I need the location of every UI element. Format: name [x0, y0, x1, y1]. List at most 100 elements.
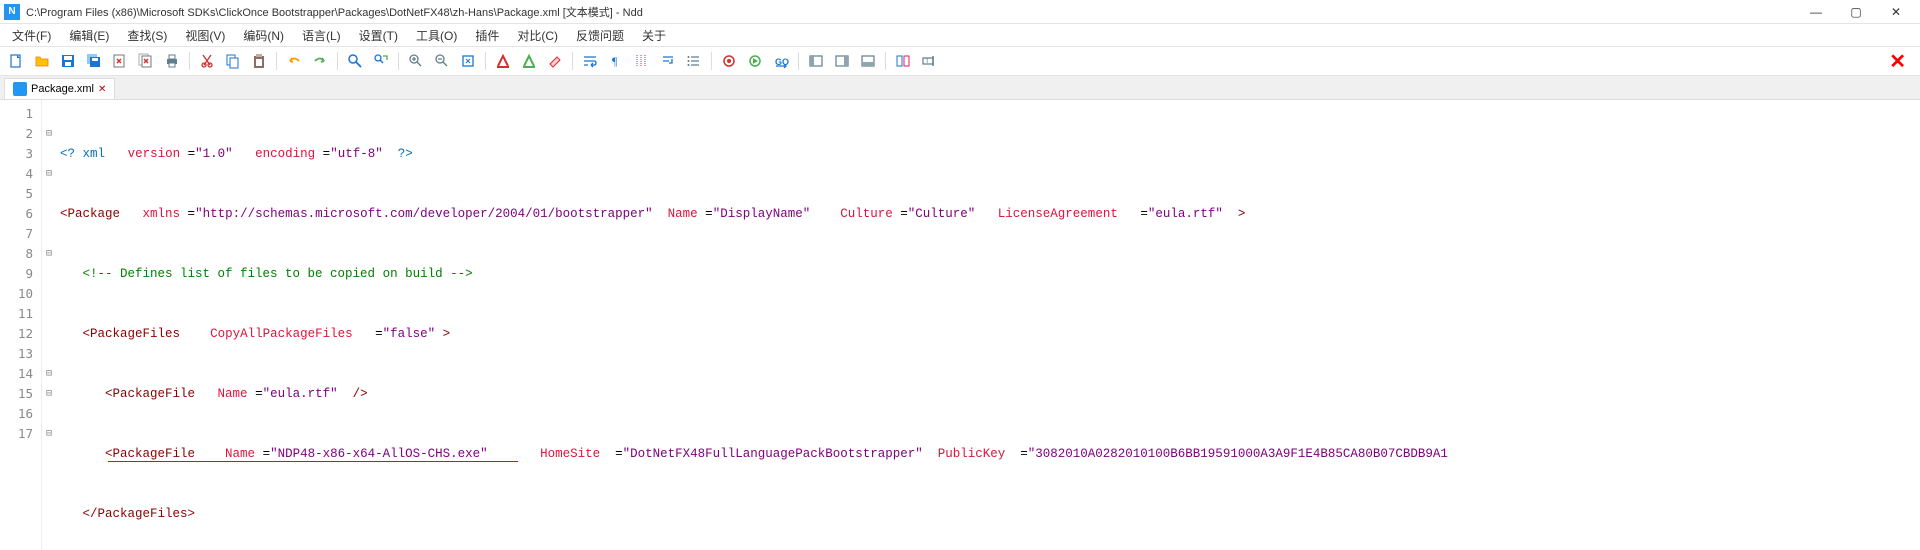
editor[interactable]: 1 2 3 4 5 6 7 8 9 10 11 12 13 14 15 16 1…: [0, 100, 1920, 550]
minimize-button[interactable]: —: [1796, 0, 1836, 24]
fold-marker[interactable]: [42, 144, 56, 164]
fold-marker[interactable]: ⊟: [42, 424, 56, 444]
line-number: 7: [0, 224, 41, 244]
title-bar: N C:\Program Files (x86)\Microsoft SDKs\…: [0, 0, 1920, 24]
fold-marker[interactable]: ⊟: [42, 124, 56, 144]
wrap-symbol-icon[interactable]: [656, 49, 680, 73]
goto-icon[interactable]: GO: [769, 49, 793, 73]
zoom-out-icon[interactable]: [430, 49, 454, 73]
menu-edit[interactable]: 编辑(E): [61, 25, 117, 46]
menu-feedback[interactable]: 反馈问题: [568, 25, 632, 46]
separator: [885, 52, 886, 70]
cut-icon[interactable]: [195, 49, 219, 73]
separator: [337, 52, 338, 70]
separator: [276, 52, 277, 70]
code-line: <PackageFile Name ="eula.rtf" />: [60, 384, 1916, 404]
line-number: 12: [0, 324, 41, 344]
panel-right-icon[interactable]: [830, 49, 854, 73]
paste-icon[interactable]: [247, 49, 271, 73]
save-icon[interactable]: [56, 49, 80, 73]
separator: [572, 52, 573, 70]
new-file-icon[interactable]: [4, 49, 28, 73]
highlight-green-icon[interactable]: [517, 49, 541, 73]
fold-marker[interactable]: ⊟: [42, 164, 56, 184]
close-button[interactable]: ✕: [1876, 0, 1916, 24]
menu-compare[interactable]: 对比(C): [509, 25, 566, 46]
menu-find[interactable]: 查找(S): [119, 25, 175, 46]
list-icon[interactable]: [682, 49, 706, 73]
close-file-icon[interactable]: [108, 49, 132, 73]
save-all-icon[interactable]: [82, 49, 106, 73]
play-macro-icon[interactable]: [743, 49, 767, 73]
code-line: </PackageFiles>: [60, 504, 1916, 524]
open-folder-icon[interactable]: [30, 49, 54, 73]
panel-left-icon[interactable]: [804, 49, 828, 73]
zoom-in-icon[interactable]: [404, 49, 428, 73]
line-number-gutter: 1 2 3 4 5 6 7 8 9 10 11 12 13 14 15 16 1…: [0, 100, 42, 550]
zoom-reset-icon[interactable]: [456, 49, 480, 73]
highlight-red-icon[interactable]: [491, 49, 515, 73]
menu-encoding[interactable]: 编码(N): [235, 25, 292, 46]
fold-marker[interactable]: ⊟: [42, 364, 56, 384]
file-tab[interactable]: Package.xml ✕: [4, 78, 115, 99]
menu-tools[interactable]: 工具(O): [408, 25, 465, 46]
close-all-icon[interactable]: [134, 49, 158, 73]
rename-icon[interactable]: T: [917, 49, 941, 73]
compare-icon[interactable]: [891, 49, 915, 73]
fold-marker[interactable]: [42, 324, 56, 344]
menu-view[interactable]: 视图(V): [177, 25, 233, 46]
fold-marker[interactable]: [42, 224, 56, 244]
separator: [711, 52, 712, 70]
code-line: <PackageFile Name ="NDP48-x86-x64-AllOS-…: [60, 444, 1916, 464]
menu-about[interactable]: 关于: [634, 25, 674, 46]
replace-icon[interactable]: [369, 49, 393, 73]
menu-plugins[interactable]: 插件: [467, 25, 507, 46]
red-underline-annotation: [108, 461, 518, 463]
print-icon[interactable]: [160, 49, 184, 73]
line-number: 15: [0, 384, 41, 404]
fold-marker[interactable]: [42, 204, 56, 224]
redo-icon[interactable]: [308, 49, 332, 73]
menu-settings[interactable]: 设置(T): [351, 25, 406, 46]
fold-marker[interactable]: [42, 404, 56, 424]
svg-text:T: T: [925, 58, 930, 65]
undo-icon[interactable]: [282, 49, 306, 73]
fold-marker[interactable]: ⊟: [42, 384, 56, 404]
tab-close-icon[interactable]: ✕: [98, 84, 106, 95]
fold-marker[interactable]: [42, 304, 56, 324]
fold-marker[interactable]: [42, 284, 56, 304]
tab-bar: Package.xml ✕: [0, 76, 1920, 100]
line-number: 8: [0, 244, 41, 264]
toolbar-close-icon[interactable]: ✕: [1889, 49, 1916, 74]
show-whitespace-icon[interactable]: ¶: [604, 49, 628, 73]
line-number: 3: [0, 144, 41, 164]
fold-marker[interactable]: [42, 264, 56, 284]
line-number: 9: [0, 264, 41, 284]
indent-guide-icon[interactable]: [630, 49, 654, 73]
maximize-button[interactable]: ▢: [1836, 0, 1876, 24]
fold-marker[interactable]: [42, 184, 56, 204]
code-line: <!-- Defines list of files to be copied …: [60, 264, 1916, 284]
line-number: 5: [0, 184, 41, 204]
line-number: 1: [0, 104, 41, 124]
record-macro-icon[interactable]: [717, 49, 741, 73]
menu-language[interactable]: 语言(L): [294, 25, 349, 46]
panel-bottom-icon[interactable]: [856, 49, 880, 73]
fold-marker[interactable]: ⊟: [42, 244, 56, 264]
word-wrap-icon[interactable]: [578, 49, 602, 73]
file-icon: [13, 82, 27, 96]
code-line: <PackageFiles CopyAllPackageFiles ="fals…: [60, 324, 1916, 344]
separator: [398, 52, 399, 70]
toolbar: ¶ GO T ✕: [0, 46, 1920, 76]
copy-icon[interactable]: [221, 49, 245, 73]
line-number: 10: [0, 284, 41, 304]
clear-highlight-icon[interactable]: [543, 49, 567, 73]
code-area[interactable]: <? xml version ="1.0" encoding ="utf-8" …: [56, 100, 1920, 550]
menu-file[interactable]: 文件(F): [4, 25, 59, 46]
line-number: 14: [0, 364, 41, 384]
tab-label: Package.xml: [31, 83, 94, 95]
find-icon[interactable]: [343, 49, 367, 73]
fold-marker[interactable]: [42, 344, 56, 364]
line-number: 2: [0, 124, 41, 144]
fold-marker[interactable]: [42, 104, 56, 124]
